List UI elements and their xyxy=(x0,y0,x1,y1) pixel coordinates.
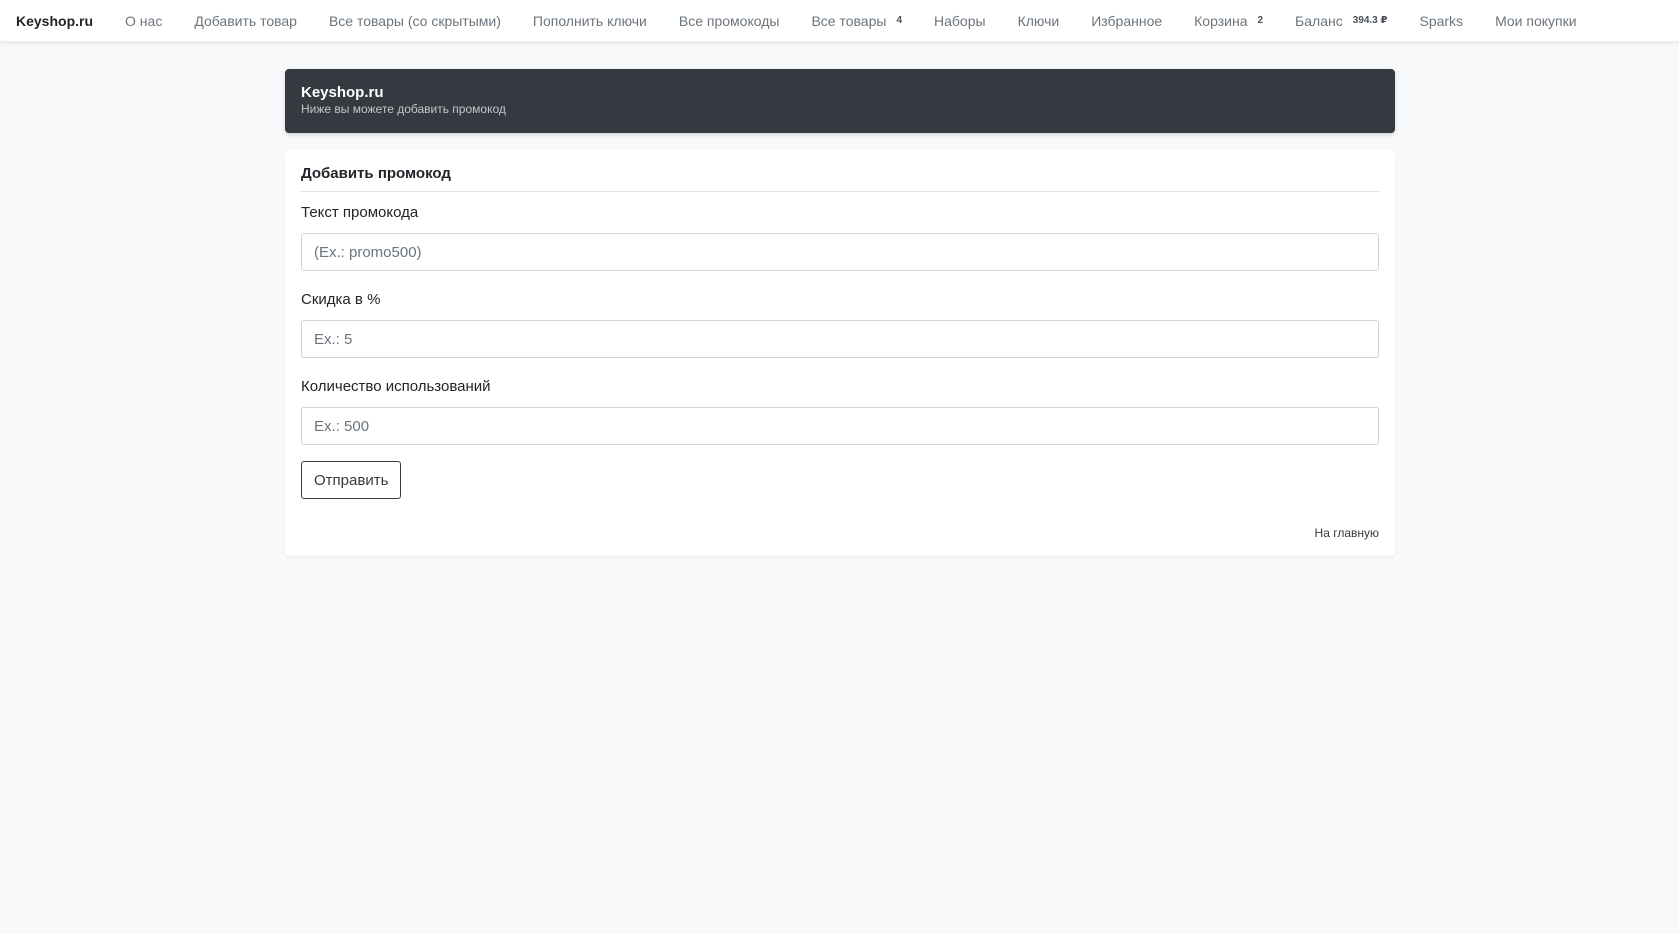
form-title: Добавить промокод xyxy=(301,165,1379,192)
submit-button[interactable]: Отправить xyxy=(301,461,402,499)
nav-item-label: Добавить товар xyxy=(194,12,297,29)
nav-item-keys[interactable]: Ключи xyxy=(1018,13,1060,29)
discount-percent-input[interactable] xyxy=(301,320,1379,358)
usage-count-input[interactable] xyxy=(301,407,1379,445)
main-container: Keyshop.ru Ниже вы можете добавить промо… xyxy=(285,69,1395,556)
balance-badge: 394.3 ₽ xyxy=(1352,15,1388,26)
nav-item-all-products-hidden[interactable]: Все товары (со скрытыми) xyxy=(329,13,501,29)
nav-item-label: Мои покупки xyxy=(1495,12,1577,29)
nav-item-about[interactable]: О нас xyxy=(125,13,162,29)
nav-item-label: Баланс xyxy=(1295,12,1343,29)
promocode-text-input[interactable] xyxy=(301,233,1379,271)
nav-item-label: Избранное xyxy=(1091,12,1163,29)
nav-item-label: Пополнить ключи xyxy=(532,12,647,29)
home-link[interactable]: На главную xyxy=(1315,526,1379,540)
nav-item-label: О нас xyxy=(125,12,163,29)
nav-item-favorites[interactable]: Избранное xyxy=(1091,13,1162,29)
count-badge: 4 xyxy=(896,15,902,26)
nav-item-label: Все товары xyxy=(811,12,887,29)
nav-item-balance[interactable]: Баланс 394.3 ₽ xyxy=(1295,13,1387,29)
nav-item-label: Корзина xyxy=(1194,12,1248,29)
usage-count-label: Количество использований xyxy=(301,378,491,395)
promocode-text-label: Текст промокода xyxy=(301,204,419,221)
discount-percent-label: Скидка в % xyxy=(301,291,381,308)
nav-item-sparks[interactable]: Sparks xyxy=(1419,13,1463,29)
nav-item-refill-keys[interactable]: Пополнить ключи xyxy=(533,13,647,29)
top-navbar: Keyshop.ru О нас Добавить товар Все това… xyxy=(0,0,1679,42)
nav-item-all-products[interactable]: Все товары 4 xyxy=(811,13,902,29)
cart-count-badge: 2 xyxy=(1257,15,1264,26)
add-promocode-form: Добавить промокод Текст промокода Скидка… xyxy=(285,149,1395,556)
nav-item-my-purchases[interactable]: Мои покупки xyxy=(1495,13,1577,29)
page-title: Keyshop.ru xyxy=(301,84,384,101)
nav-item-all-promocodes[interactable]: Все промокоды xyxy=(679,13,780,29)
nav-item-add-product[interactable]: Добавить товар xyxy=(194,13,297,29)
nav-item-cart[interactable]: Корзина 2 xyxy=(1194,13,1263,29)
nav-item-label: Все промокоды xyxy=(678,12,780,29)
page-subtitle: Ниже вы можете добавить промокод xyxy=(301,102,506,116)
nav-item-label: Наборы xyxy=(934,12,986,29)
nav-item-sets[interactable]: Наборы xyxy=(934,13,986,29)
nav-item-label: Все товары (со скрытыми) xyxy=(328,12,501,29)
brand-link[interactable]: Keyshop.ru xyxy=(16,13,93,29)
page-header: Keyshop.ru Ниже вы можете добавить промо… xyxy=(285,69,1395,133)
nav-item-label: Sparks xyxy=(1419,12,1464,29)
nav-item-label: Ключи xyxy=(1017,12,1060,29)
